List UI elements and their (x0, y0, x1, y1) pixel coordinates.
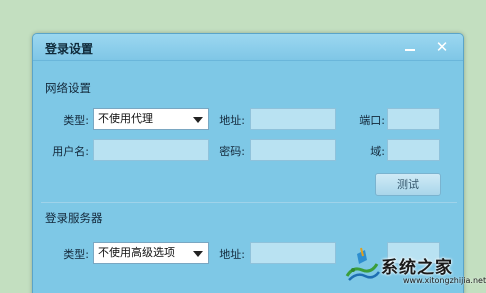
server-address-field[interactable] (250, 242, 336, 264)
site-watermark: 系统之家 www.xitongzhijia.net (343, 244, 486, 293)
server-type-select[interactable]: 不使用高级选项 (93, 242, 209, 264)
domain-field[interactable] (387, 139, 440, 161)
proxy-type-label: 类型: (63, 114, 89, 127)
address-label: 地址: (219, 114, 245, 127)
title-bar[interactable]: 登录设置 ✕ (33, 34, 463, 61)
chevron-down-icon (193, 251, 203, 257)
watermark-text: 系统之家 (381, 258, 453, 278)
watermark-logo-icon (345, 247, 380, 281)
password-label: 密码: (219, 145, 245, 158)
port-label: 端口: (359, 114, 385, 127)
address-field[interactable] (250, 108, 336, 130)
server-type-value: 不使用高级选项 (98, 246, 175, 259)
proxy-type-select[interactable]: 不使用代理 (93, 108, 209, 130)
login-server-heading: 登录服务器 (45, 211, 103, 225)
domain-label: 域: (370, 145, 385, 158)
username-label: 用户名: (52, 145, 89, 158)
test-button[interactable]: 测试 (375, 173, 441, 196)
server-type-label: 类型: (63, 248, 89, 261)
close-icon[interactable]: ✕ (431, 38, 453, 56)
port-field[interactable] (387, 108, 440, 130)
proxy-type-value: 不使用代理 (98, 112, 153, 125)
password-field[interactable] (250, 139, 336, 161)
minimize-icon[interactable] (399, 38, 421, 56)
watermark-url: www.xitongzhijia.net (403, 276, 486, 285)
username-field[interactable] (93, 139, 209, 161)
section-divider (41, 202, 457, 203)
network-settings-heading: 网络设置 (45, 81, 91, 95)
chevron-down-icon (193, 117, 203, 123)
server-address-label: 地址: (219, 248, 245, 261)
dialog-title: 登录设置 (45, 42, 94, 56)
